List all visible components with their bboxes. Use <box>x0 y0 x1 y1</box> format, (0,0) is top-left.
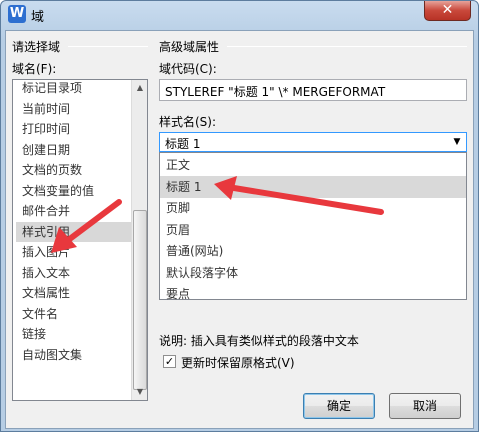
style-dropdown-list[interactable]: 正文 标题 1 页脚 页眉 普通(网站) 默认段落字体 要点 <box>159 152 467 301</box>
preserve-format-checkbox[interactable]: ✓ <box>163 355 176 368</box>
style-name-select[interactable]: 标题 1 ▼ <box>159 132 467 152</box>
field-names-label: 域名(F): <box>12 62 57 76</box>
cancel-button[interactable]: 取消 <box>389 393 461 419</box>
field-list-item[interactable]: 文档变量的值 <box>16 181 134 201</box>
scroll-down-arrow-icon[interactable]: ▼ <box>132 384 147 400</box>
field-list-item[interactable]: 插入图片 <box>16 242 134 262</box>
field-list-item[interactable]: 打印时间 <box>16 119 134 139</box>
dialog-body: 请选择域 域名(F): 标记目录项 当前时间 打印时间 创建日期 文档的页数 文档变量的值… <box>5 30 474 429</box>
style-option[interactable]: 默认段落字体 <box>160 262 466 284</box>
field-list-item[interactable]: 文件名 <box>16 304 134 324</box>
style-option[interactable]: 页脚 <box>160 197 466 219</box>
field-list-scrollbar[interactable]: ▲ ▼ <box>131 80 147 400</box>
field-list-item[interactable]: 文档的页数 <box>16 160 134 180</box>
field-list-item[interactable]: 邮件合并 <box>16 201 134 221</box>
field-names-list[interactable]: 标记目录项 当前时间 打印时间 创建日期 文档的页数 文档变量的值 邮件合并 样式引用 插入图片… <box>12 79 148 401</box>
style-select-value: 标题 1 <box>165 137 201 151</box>
style-option[interactable]: 页眉 <box>160 219 466 241</box>
field-list-item[interactable]: 创建日期 <box>16 140 134 160</box>
field-list-item[interactable]: 当前时间 <box>16 99 134 119</box>
field-dialog-window: W 域 ✕ 请选择域 域名(F): 标记目录项 当前时间 打印时间 创建日期 文档的页数… <box>0 0 479 432</box>
preserve-format-label[interactable]: 更新时保留原格式(V) <box>181 354 295 371</box>
style-option[interactable]: 要点 <box>160 283 466 305</box>
field-list-item[interactable]: 样式引用 <box>16 221 134 242</box>
close-button[interactable]: ✕ <box>424 1 471 21</box>
ok-button[interactable]: 确定 <box>303 393 375 419</box>
scrollbar-thumb[interactable] <box>133 210 147 390</box>
field-list-item[interactable]: 标记目录项 <box>16 80 134 98</box>
group-divider <box>68 46 148 47</box>
style-option[interactable]: 正文 <box>160 154 466 176</box>
field-code-input[interactable]: STYLEREF "标题 1" \* MERGEFORMAT <box>159 79 467 101</box>
choose-field-group-title: 请选择域 <box>12 40 61 54</box>
advanced-properties-group-title: 高级域属性 <box>159 40 220 54</box>
style-name-label: 样式名(S): <box>159 115 217 129</box>
field-list-item[interactable]: 文档属性 <box>16 283 134 303</box>
window-title: 域 <box>31 10 45 25</box>
style-option[interactable]: 普通(网站) <box>160 240 466 262</box>
field-code-label: 域代码(C): <box>159 62 217 76</box>
style-option[interactable]: 标题 1 <box>160 175 466 198</box>
description-text: 说明: 插入具有类似样式的段落中文本 <box>159 334 359 348</box>
group-divider <box>227 46 467 47</box>
wps-writer-icon: W <box>8 5 26 23</box>
title-bar[interactable]: W 域 ✕ <box>1 1 478 29</box>
chevron-down-icon[interactable]: ▼ <box>450 134 464 150</box>
scroll-up-arrow-icon[interactable]: ▲ <box>132 80 147 96</box>
field-list-item[interactable]: 自动图文集 <box>16 345 134 365</box>
field-list-item[interactable]: 插入文本 <box>16 263 134 283</box>
field-list-item[interactable]: 链接 <box>16 324 134 344</box>
